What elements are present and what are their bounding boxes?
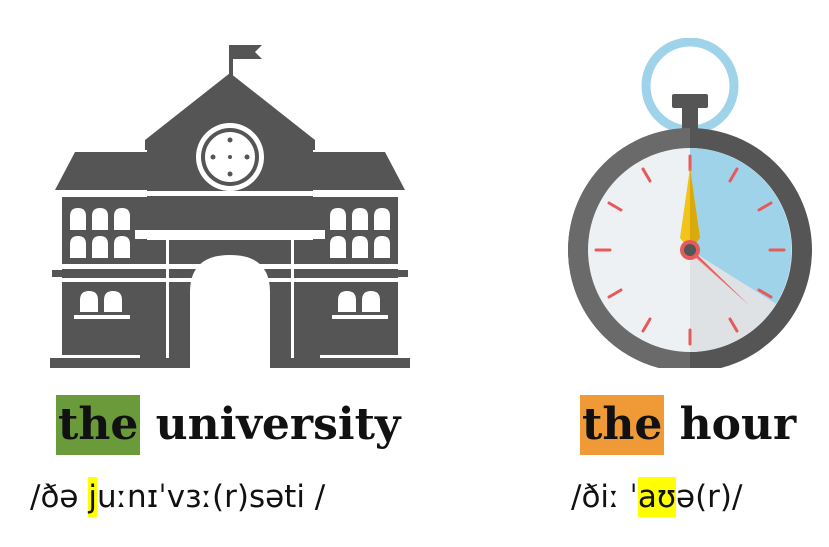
hour-panel: the hour /ðiː ˈaʊə(r)/ xyxy=(520,0,829,547)
left-noun: university xyxy=(155,399,401,450)
university-panel: the university /ðə juːnɪˈvɜː(r)səti / xyxy=(0,0,450,547)
left-word-phrase: the university xyxy=(56,395,400,455)
right-ipa-highlight: aʊ xyxy=(637,477,676,517)
left-ipa-transcription: /ðə juːnɪˈvɜː(r)səti / xyxy=(30,477,325,517)
left-ipa-highlight: j xyxy=(88,477,97,517)
right-ipa-after: ə(r)/ xyxy=(676,479,743,515)
right-noun: hour xyxy=(679,399,797,450)
left-article: the xyxy=(56,395,141,455)
university-building-icon xyxy=(50,45,410,368)
right-article: the xyxy=(580,395,665,455)
right-ipa-transcription: /ðiː ˈaʊə(r)/ xyxy=(571,477,742,517)
right-ipa-before: /ðiː ˈ xyxy=(571,479,638,515)
left-ipa-after: uːnɪˈvɜː(r)səti / xyxy=(96,479,326,515)
right-word-phrase: the hour xyxy=(580,395,796,455)
left-ipa-before: /ðə xyxy=(30,479,89,515)
stopwatch-icon xyxy=(568,38,812,368)
